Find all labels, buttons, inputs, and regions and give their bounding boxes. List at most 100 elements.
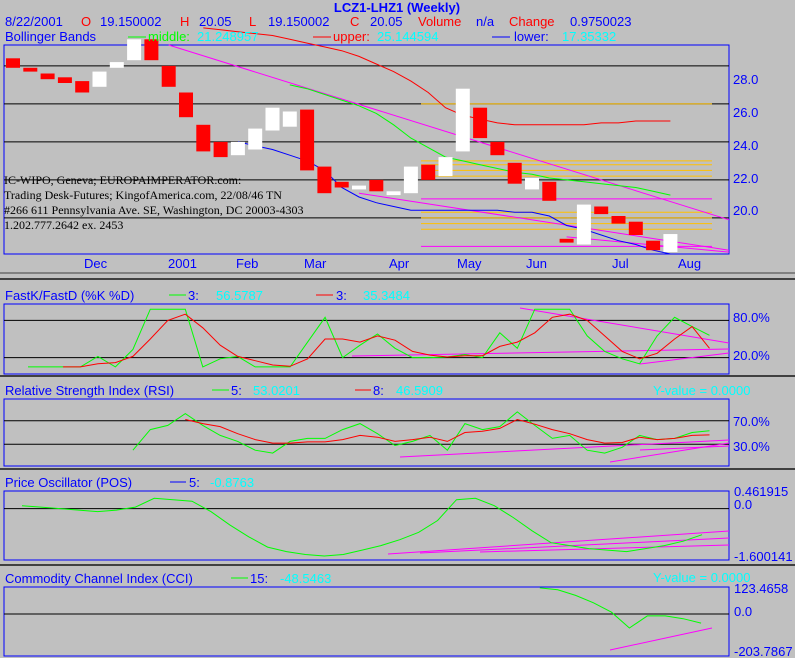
price-tick: 22.0: [733, 171, 758, 186]
rsi-8-line: [185, 418, 710, 444]
candle-up: [265, 107, 280, 131]
candle-down: [646, 240, 661, 251]
pos-trendline: [419, 537, 730, 554]
price-tick: 28.0: [733, 72, 758, 87]
rsi-label: Relative Strength Index (RSI): [5, 383, 174, 398]
pos-5-value: -0.8763: [210, 475, 254, 490]
x-label-dec: Dec: [84, 256, 108, 271]
bb-middle-line: [289, 84, 671, 196]
candle-down: [369, 179, 384, 192]
candle-up: [92, 71, 107, 87]
change-label: Change: [509, 14, 555, 29]
candle-up: [525, 178, 539, 190]
candle-down: [421, 164, 436, 180]
bb-lower-label: lower:: [514, 29, 549, 44]
close-value: 20.05: [370, 14, 403, 29]
price-tick: 24.0: [733, 138, 758, 153]
cci-label: Commodity Channel Index (CCI): [5, 571, 193, 586]
bb-middle-value: 21.248957: [197, 29, 258, 44]
pos-5-period: 5:: [189, 475, 200, 490]
candle-down: [334, 181, 349, 188]
x-label-2001: 2001: [168, 256, 197, 271]
candle-down: [179, 92, 193, 118]
candle-down: [628, 221, 643, 235]
candle-up: [282, 111, 297, 127]
rsi-5-value: 53.0201: [253, 383, 300, 398]
volume-label: Volume: [418, 14, 461, 29]
candle-up: [455, 88, 470, 152]
cci-panel: [3, 586, 730, 657]
change-value: 0.9750023: [570, 14, 631, 29]
candle-down: [57, 77, 72, 83]
cci-15-line: [539, 587, 702, 629]
cci-15-value: -48.5463: [280, 571, 331, 586]
watermark-line-4: 1.202.777.2642 ex. 2453: [4, 218, 123, 232]
rsi-level-30: 30.0%: [733, 439, 770, 454]
candle-down: [507, 162, 522, 184]
stoch-k-value: 56.5787: [216, 288, 263, 303]
x-label-apr: Apr: [389, 256, 410, 271]
x-label-mar: Mar: [304, 256, 327, 271]
cci-trendline: [609, 627, 713, 651]
watermark-line-2: Trading Desk-Futures; KingofAmerica.com,…: [4, 188, 282, 202]
price-tick: 26.0: [733, 105, 758, 120]
bb-upper-value: 25.144594: [377, 29, 438, 44]
volume-value: n/a: [476, 14, 495, 29]
rsi-5-line: [132, 411, 710, 454]
low-value: 19.150002: [268, 14, 329, 29]
cci-tick-max: 123.4658: [734, 581, 788, 596]
low-label: L: [249, 14, 256, 29]
candle-up: [386, 191, 401, 196]
x-label-may: May: [457, 256, 482, 271]
candle-down: [542, 181, 557, 201]
watermark-line-3: #266 611 Pennsylvania Ave. SE, Washingto…: [4, 203, 303, 217]
x-label-feb: Feb: [236, 256, 258, 271]
chart-canvas: LCZ1-LHZ1 (Weekly) 8/22/2001 O 19.150002…: [0, 0, 795, 658]
stoch-level-80: 80.0%: [733, 310, 770, 325]
open-label: O: [81, 14, 91, 29]
candle-down: [6, 58, 20, 68]
x-label-jul: Jul: [612, 256, 629, 271]
pos-tick-min: -1.600141: [734, 549, 793, 564]
stoch-panel: [3, 303, 730, 375]
candle-down: [594, 206, 609, 215]
pos-tick-zero: 0.0: [734, 497, 752, 512]
pos-label: Price Oscillator (POS): [5, 475, 132, 490]
rsi-trendline: [639, 445, 730, 451]
rsi-trendline: [609, 442, 730, 463]
candle-down: [473, 107, 488, 139]
candle-up: [127, 39, 142, 61]
candle-up: [248, 128, 263, 150]
close-label: C: [350, 14, 359, 29]
candle-up: [109, 62, 124, 68]
candle-down: [300, 109, 315, 171]
stoch-label: FastK/FastD (%K %D): [5, 288, 134, 303]
cci-tick-zero: 0.0: [734, 604, 752, 619]
candle-down: [317, 166, 332, 194]
stoch-d-period: 3:: [336, 288, 347, 303]
watermark-line-1: IC-WIPO, Geneva; EUROPAIMPERATOR.com:: [4, 173, 241, 187]
candle-down: [161, 65, 176, 87]
price-tick: 20.0: [733, 203, 758, 218]
candle-down: [75, 81, 90, 93]
header-date: 8/22/2001: [5, 14, 63, 29]
bb-middle-label: middle:: [148, 29, 190, 44]
candle-up: [438, 157, 453, 177]
pos-5-line: [21, 497, 703, 557]
candle-down: [23, 67, 38, 72]
candle-down: [40, 73, 55, 80]
rsi-panel: [3, 398, 730, 467]
candle-up: [403, 166, 418, 194]
stoch-d-value: 35.3484: [363, 288, 410, 303]
high-value: 20.05: [199, 14, 232, 29]
candle-up: [663, 234, 678, 253]
x-label-jun: Jun: [526, 256, 547, 271]
candle-down: [611, 216, 626, 224]
bollinger-label: Bollinger Bands: [5, 29, 97, 44]
stoch-k-period: 3:: [188, 288, 199, 303]
chart-title: LCZ1-LHZ1 (Weekly): [334, 0, 460, 15]
candle-up: [352, 185, 366, 190]
rsi-5-period: 5:: [231, 383, 242, 398]
open-value: 19.150002: [100, 14, 161, 29]
cci-15-period: 15:: [250, 571, 268, 586]
